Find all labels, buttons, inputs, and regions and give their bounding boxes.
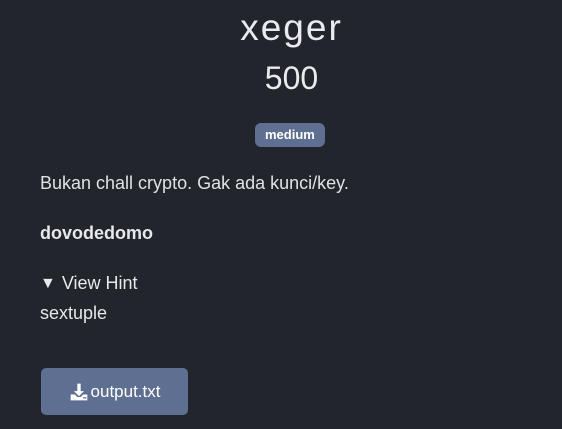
challenge-page: xeger 500 medium Bukan chall crypto. Gak… (0, 0, 562, 429)
download-icon (70, 383, 87, 400)
challenge-title: xeger (240, 7, 343, 48)
triangle-down-icon: ▼ (40, 274, 56, 292)
download-file-label: output.txt (90, 381, 161, 401)
view-hint-label: View Hint (61, 273, 138, 293)
difficulty-badge-wrapper: medium (255, 123, 325, 147)
challenge-bold-text: dovodedomo (40, 223, 153, 243)
view-hint-toggle[interactable]: ▼ View Hint (40, 273, 138, 294)
download-file-button[interactable]: output.txt (41, 368, 188, 415)
hint-content: sextuple (40, 303, 108, 323)
challenge-description: Bukan chall crypto. Gak ada kunci/key. (40, 173, 349, 193)
challenge-points: 500 (264, 60, 319, 96)
difficulty-badge: medium (255, 123, 325, 147)
